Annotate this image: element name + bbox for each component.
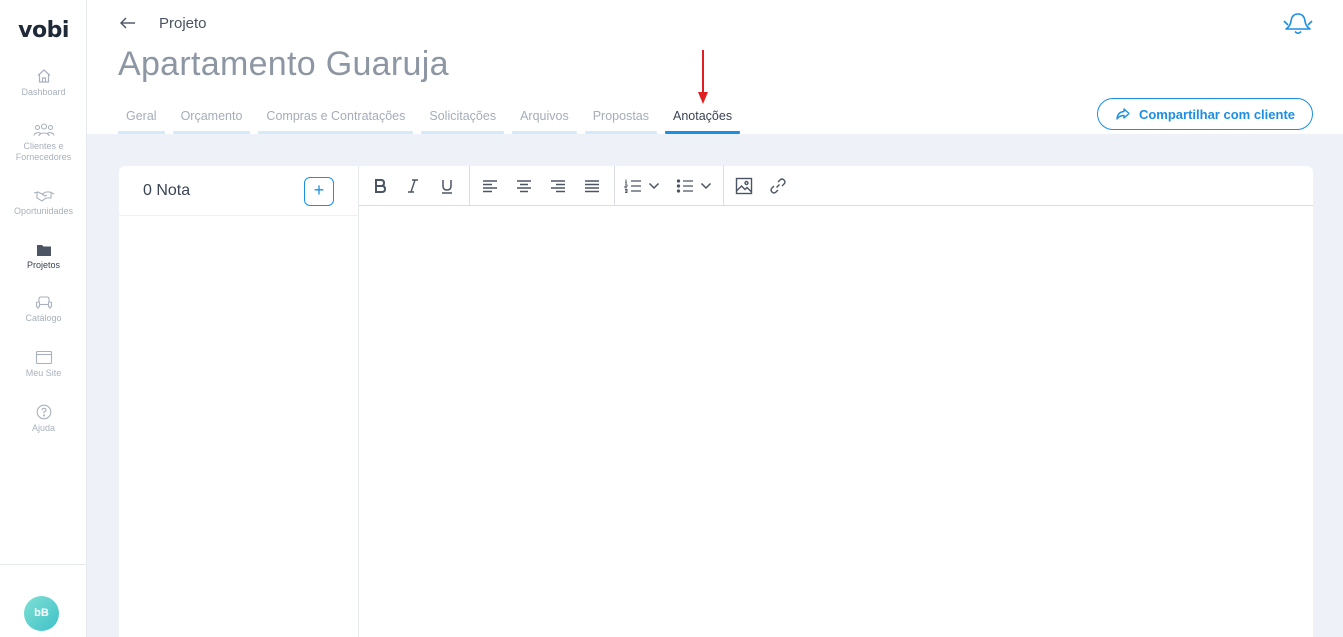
image-icon — [735, 177, 753, 195]
handshake-icon — [33, 191, 54, 202]
sidebar-item-ajuda[interactable]: Ajuda — [0, 404, 87, 434]
help-icon — [36, 404, 51, 420]
notes-card: 0 Nota + — [119, 166, 1313, 637]
sidebar-item-meu-site[interactable]: Meu Site — [0, 350, 87, 379]
italic-button[interactable] — [401, 174, 425, 198]
ordered-list-dropdown[interactable] — [624, 174, 668, 198]
tab-label: Geral — [126, 109, 157, 123]
app-logo[interactable]: vobi — [0, 18, 87, 43]
tab-orcamento[interactable]: Orçamento — [172, 108, 251, 134]
italic-icon — [408, 179, 418, 193]
sidebar-item-catalogo[interactable]: Catálogo — [0, 296, 87, 324]
home-icon — [37, 69, 50, 83]
bullet-list-icon — [676, 179, 693, 193]
link-icon — [770, 178, 786, 194]
align-justify-icon — [585, 180, 599, 193]
sidebar-item-label: Oportunidades — [13, 206, 74, 216]
notes-list-panel: 0 Nota + — [119, 166, 359, 637]
tab-propostas[interactable]: Propostas — [584, 108, 658, 134]
breadcrumb[interactable]: Projeto — [159, 15, 207, 32]
sidebar-item-oportunidades[interactable]: Oportunidades — [0, 189, 87, 217]
page-title: Apartamento Guaruja — [118, 45, 449, 83]
underline-button[interactable] — [435, 174, 459, 198]
share-button-label: Compartilhar com cliente — [1138, 106, 1296, 122]
tab-compras-contratacoes[interactable]: Compras e Contratações — [258, 108, 414, 134]
sidebar: vobi Dashboard Clientes e Fornecedores O… — [0, 0, 87, 637]
tab-solicitacoes[interactable]: Solicitações — [421, 108, 504, 134]
align-right-icon — [551, 180, 565, 193]
sidebar-item-projetos[interactable]: Projetos — [0, 243, 87, 271]
add-note-button[interactable]: + — [304, 177, 334, 206]
sidebar-item-label: Projetos — [26, 260, 61, 270]
tab-label: Anotações — [673, 109, 733, 123]
align-right-button[interactable] — [546, 174, 570, 198]
tab-geral[interactable]: Geral — [118, 108, 165, 134]
bold-button[interactable] — [368, 174, 392, 198]
sidebar-item-label: Catálogo — [25, 313, 62, 323]
chevron-down-icon — [648, 182, 660, 190]
notes-count: 0 Nota — [143, 182, 191, 199]
project-tabs: Geral Orçamento Compras e Contratações S… — [118, 108, 748, 134]
back-arrow-icon[interactable] — [118, 13, 138, 33]
chevron-down-icon — [700, 182, 712, 190]
sidebar-item-label: Meu Site — [25, 368, 62, 378]
sidebar-divider — [0, 564, 86, 565]
tab-label: Arquivos — [520, 109, 569, 123]
toolbar-separator — [614, 166, 615, 205]
sidebar-item-dashboard[interactable]: Dashboard — [0, 68, 87, 98]
insert-link-button[interactable] — [766, 174, 790, 198]
editor-toolbar — [359, 166, 1313, 206]
align-left-button[interactable] — [478, 174, 502, 198]
sidebar-item-label: Ajuda — [31, 423, 56, 433]
ordered-list-icon — [624, 179, 641, 193]
toolbar-separator — [723, 166, 724, 205]
folder-icon — [36, 245, 51, 256]
sidebar-item-label: Clientes e Fornecedores — [15, 141, 72, 162]
note-editor — [359, 166, 1313, 637]
bullet-list-dropdown[interactable] — [676, 174, 720, 198]
note-editor-textarea[interactable] — [359, 207, 1313, 637]
project-header: Projeto Apartamento Guaruja Geral Orçame… — [87, 0, 1343, 134]
browser-icon — [35, 350, 52, 365]
tab-label: Orçamento — [180, 109, 243, 123]
insert-image-button[interactable] — [732, 174, 756, 198]
underline-icon — [442, 180, 452, 194]
users-icon — [32, 123, 55, 137]
toolbar-separator — [469, 166, 470, 205]
share-icon — [1116, 108, 1130, 120]
annotation-arrow-icon — [698, 50, 708, 104]
tab-label: Compras e Contratações — [266, 109, 406, 123]
tab-label: Solicitações — [429, 109, 497, 123]
tab-label: Propostas — [592, 109, 649, 123]
sidebar-item-clientes[interactable]: Clientes e Fornecedores — [0, 122, 87, 163]
tab-anotacoes[interactable]: Anotações — [665, 108, 741, 134]
align-justify-button[interactable] — [580, 174, 604, 198]
share-with-client-button[interactable]: Compartilhar com cliente — [1097, 98, 1313, 130]
sofa-icon — [35, 296, 52, 309]
sidebar-item-label: Dashboard — [21, 87, 66, 97]
avatar[interactable]: bB — [24, 596, 59, 631]
align-left-icon — [483, 180, 497, 193]
notes-header: 0 Nota + — [119, 166, 359, 216]
notification-bell-icon[interactable] — [1282, 11, 1314, 37]
bold-icon — [375, 179, 387, 193]
align-center-button[interactable] — [512, 174, 536, 198]
tab-arquivos[interactable]: Arquivos — [512, 108, 577, 134]
align-center-icon — [517, 180, 531, 193]
